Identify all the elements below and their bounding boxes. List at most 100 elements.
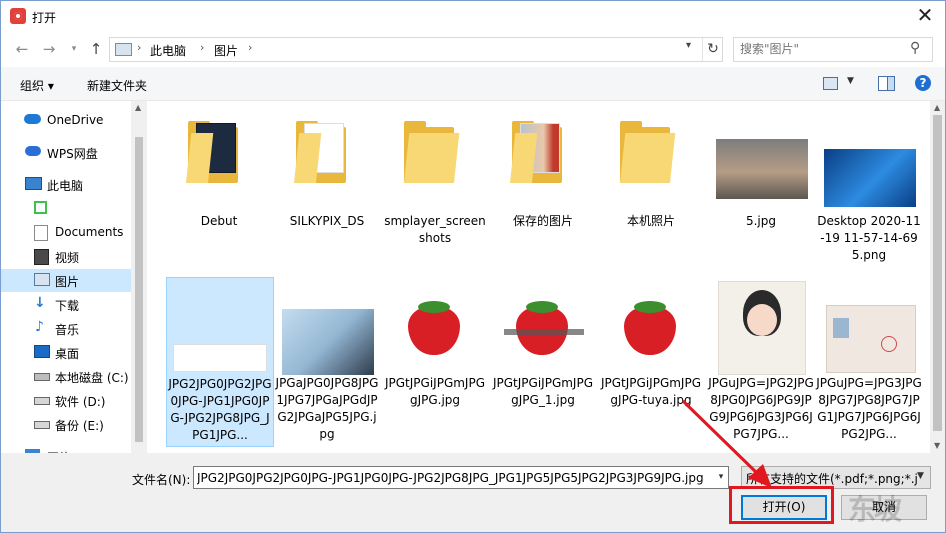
sidebar-item-music[interactable]: ♪ 音乐 (1, 317, 131, 340)
app-icon (10, 8, 26, 24)
sidebar-item-desktop[interactable]: 桌面 (1, 341, 131, 364)
organize-button[interactable]: 组织 ▾ (20, 77, 54, 94)
filename-field[interactable] (193, 466, 715, 489)
file-item-strawberry-1-jpg[interactable]: JPGtJPGiJPGmJPGgJPG_1.jpg (490, 277, 596, 445)
filename-dropdown-icon[interactable]: ▾ (714, 466, 729, 489)
navigation-pane: OneDrive WPS网盘 此电脑 Documents 视频 图片 ↓ 下载 (1, 101, 147, 453)
file-name: JPGuJPG=JPG2JPG8JPG0JPG6JPG9JPG9JPG6JPG3… (708, 376, 814, 441)
file-name: SILKYPIX_DS (289, 214, 365, 228)
chevron-right-icon[interactable]: › (248, 41, 252, 54)
sidebar-item-wps-cloud[interactable]: WPS网盘 (1, 141, 131, 164)
up-arrow-icon[interactable]: ↑ (85, 39, 107, 59)
image-thumbnail (173, 344, 267, 372)
highlight-box (729, 486, 834, 524)
image-thumbnail (824, 149, 916, 207)
scroll-thumb[interactable] (135, 137, 143, 442)
computer-icon (25, 177, 42, 190)
chevron-down-icon[interactable]: ▼ (917, 471, 924, 481)
file-name: 本机照片 (626, 214, 675, 228)
address-dropdown-icon[interactable]: ▾ (686, 40, 691, 51)
file-item-5-jpg[interactable]: 5.jpg (708, 109, 814, 239)
file-name: smplayer_screenshots (384, 214, 486, 245)
file-item-strawberry-jpg[interactable]: JPGtJPGiJPGmJPGgJPG.jpg (382, 277, 488, 445)
wps-cloud-icon (25, 146, 41, 156)
filename-label: 文件名(N): (132, 473, 191, 487)
folder-icon (186, 119, 238, 183)
sidebar-item-label: 视频 (55, 251, 80, 265)
help-icon[interactable]: ? (915, 75, 931, 91)
sidebar-item-videos[interactable]: 视频 (1, 245, 131, 268)
scroll-thumb[interactable] (933, 115, 942, 431)
address-bar[interactable]: › 此电脑 › 图片 › ▾ ↻ (109, 37, 723, 62)
sidebar-item-onedrive[interactable]: OneDrive (1, 109, 131, 132)
file-name: JPGuJPG=JPG3JPG8JPG7JPG8JPG7JPG1JPG7JPG6… (816, 376, 922, 441)
file-name: 5.jpg (745, 214, 777, 228)
sidebar-item-this-pc[interactable]: 此电脑 (1, 173, 131, 196)
sidebar-scrollbar[interactable]: ▲ (131, 101, 147, 453)
view-dropdown-icon[interactable]: ▼ (847, 76, 854, 86)
file-item-certificate-jpg[interactable]: JPGuJPG=JPG3JPG8JPG7JPG8JPG7JPG1JPG7JPG6… (816, 277, 922, 445)
filename-input[interactable] (197, 469, 712, 486)
sidebar-item-label: 此电脑 (47, 179, 84, 193)
sidebar-item-label: 备份 (E:) (55, 419, 104, 433)
file-item-desktop-png[interactable]: Desktop 2020-11-19 11-57-14-695.png (816, 109, 922, 279)
chevron-right-icon[interactable]: › (200, 41, 204, 54)
file-name: JPG2JPG0JPG2JPG0JPG-JPG1JPG0JPG-JPG2JPG8… (168, 377, 272, 442)
sidebar-item-label: WPS网盘 (47, 147, 98, 161)
scroll-up-icon[interactable]: ▲ (135, 103, 141, 112)
file-item-person-jpg[interactable]: JPGaJPG0JPG8JPG1JPG7JPGaJPGdJPG2JPGaJPG5… (274, 277, 380, 445)
folder-icon (404, 119, 460, 183)
preview-pane-icon[interactable] (878, 76, 895, 91)
image-thumbnail (716, 139, 808, 199)
new-folder-button[interactable]: 新建文件夹 (87, 77, 147, 94)
folder-icon (294, 119, 346, 183)
forward-arrow-icon[interactable]: → (38, 39, 60, 59)
file-item-local-photos[interactable]: 本机照片 (598, 109, 704, 239)
scroll-down-icon[interactable]: ▼ (934, 441, 940, 450)
sidebar-item-network[interactable]: 网络 (1, 445, 131, 453)
file-item-saved-pictures[interactable]: 保存的图片 (490, 109, 596, 239)
file-name: JPGaJPG0JPG8JPG1JPG7JPGaJPGdJPG2JPGaJPG5… (275, 376, 379, 441)
breadcrumb-pictures[interactable]: 图片 (214, 42, 238, 59)
search-input[interactable] (740, 41, 900, 57)
refresh-icon[interactable]: ↻ (702, 38, 723, 61)
sidebar-item-label: 音乐 (55, 323, 80, 337)
file-item-selected-jpg[interactable]: JPG2JPG0JPG2JPG0JPG-JPG1JPG0JPG-JPG2JPG8… (166, 277, 274, 447)
file-item-portrait-jpg[interactable]: JPGuJPG=JPG2JPG8JPG0JPG6JPG9JPG9JPG6JPG3… (708, 277, 814, 445)
image-thumbnail (826, 305, 916, 373)
watermark-logo: 东坡 (848, 493, 902, 526)
file-name: JPGtJPGiJPGmJPGgJPG_1.jpg (492, 376, 594, 407)
file-item-strawberry-tuya-jpg[interactable]: JPGtJPGiJPGmJPGgJPG-tuya.jpg (598, 277, 704, 445)
drive-icon (34, 373, 50, 381)
scroll-up-icon[interactable]: ▲ (934, 103, 940, 112)
chevron-right-icon: › (137, 41, 142, 54)
download-icon: ↓ (34, 295, 46, 311)
file-list-scrollbar[interactable]: ▲ ▼ (930, 101, 945, 453)
recent-dropdown-icon[interactable]: ▾ (63, 39, 85, 59)
file-item-silkypix[interactable]: SILKYPIX_DS (274, 109, 380, 239)
sidebar-item-documents[interactable]: Documents (1, 221, 131, 244)
pictures-folder-icon (115, 43, 132, 56)
file-item-smplayer[interactable]: smplayer_screenshots (382, 109, 488, 245)
file-item-debut[interactable]: Debut (166, 109, 272, 239)
folder-icon (510, 119, 562, 183)
drive-icon (34, 397, 50, 405)
close-icon[interactable]: ✕ (909, 3, 941, 29)
sidebar-item-label: 本地磁盘 (C:) (55, 371, 129, 385)
sidebar-item-pictures[interactable]: 图片 (1, 269, 131, 292)
music-icon: ♪ (35, 319, 44, 335)
search-icon[interactable]: ⚲ (910, 40, 920, 56)
sidebar-item-label: Documents (55, 225, 124, 239)
back-arrow-icon[interactable]: ← (11, 39, 33, 59)
sidebar-item-green-app[interactable] (1, 197, 131, 220)
sidebar-item-drive-c[interactable]: 本地磁盘 (C:) (1, 365, 131, 388)
sidebar-item-drive-e[interactable]: 备份 (E:) (1, 413, 131, 436)
sidebar-item-downloads[interactable]: ↓ 下载 (1, 293, 131, 316)
sidebar-item-drive-d[interactable]: 软件 (D:) (1, 389, 131, 412)
breadcrumb-this-pc[interactable]: 此电脑 (150, 42, 186, 59)
view-options-icon[interactable] (823, 77, 838, 90)
search-box[interactable]: ⚲ (733, 37, 933, 62)
green-app-icon (34, 201, 47, 214)
documents-icon (34, 225, 48, 241)
pictures-icon (34, 273, 50, 286)
